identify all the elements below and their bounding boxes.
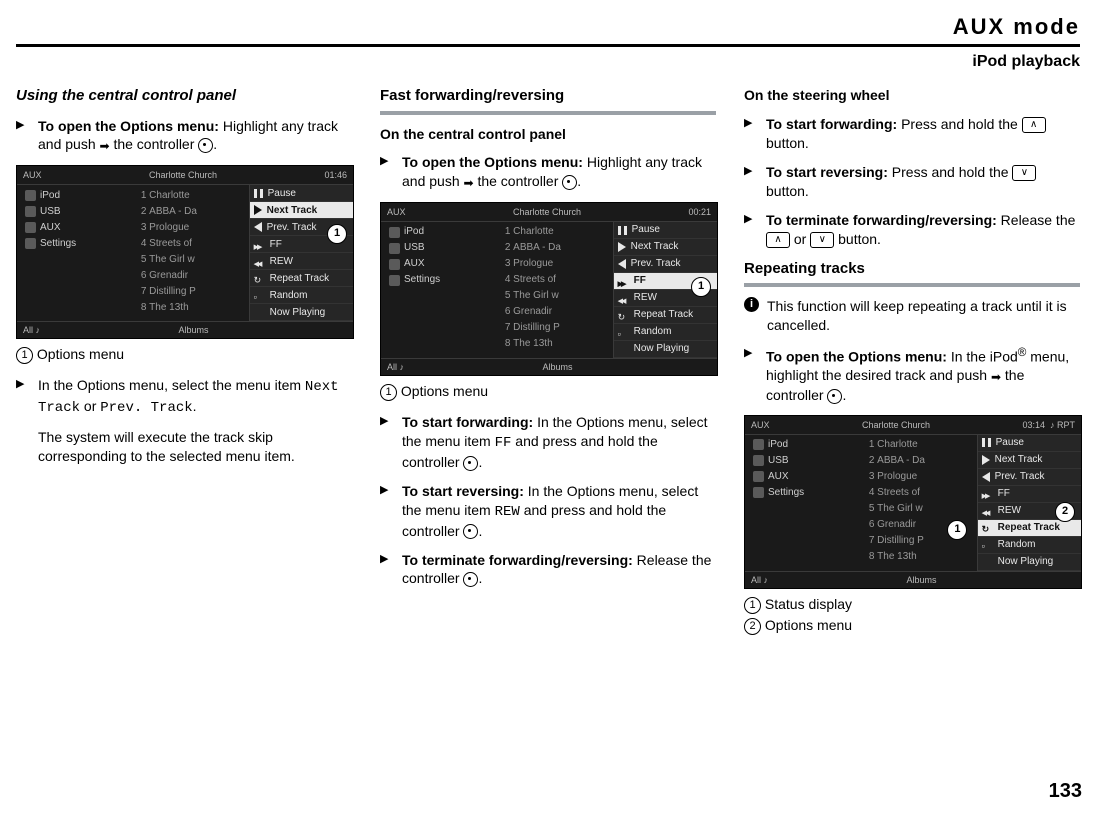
step-wheel-terminate: To terminate forwarding/reversing: Relea… xyxy=(744,211,1080,249)
figure-caption-2: 1 Options menu xyxy=(380,382,716,401)
section-fast-forwarding: Fast forwarding/reversing xyxy=(380,86,716,106)
controller-icon xyxy=(463,524,478,539)
content-columns: Using the central control panel To open … xyxy=(16,86,1080,647)
arrow-right-icon xyxy=(464,173,474,192)
step-start-reversing: To start reversing: In the Options menu,… xyxy=(380,482,716,541)
up-button-icon: ∧ xyxy=(766,232,790,248)
sub-on-wheel: On the steering wheel xyxy=(744,86,1080,105)
arrow-right-icon xyxy=(100,136,110,155)
figure-options-menu-2: AUXCharlotte Church00:21 iPod USB AUX Se… xyxy=(380,202,718,376)
controller-icon xyxy=(827,389,842,404)
controller-icon xyxy=(562,175,577,190)
step-select-menu-item: In the Options menu, select the menu ite… xyxy=(16,376,352,418)
step-open-options-2: To open the Options menu: Highlight any … xyxy=(380,153,716,192)
step-open-options-3: To open the Options menu: In the iPod® m… xyxy=(744,345,1080,405)
step-wheel-reverse: To start reversing: Press and hold the ∨… xyxy=(744,163,1080,201)
down-button-icon: ∨ xyxy=(810,232,834,248)
arrow-right-icon xyxy=(991,367,1001,386)
callout-1-icon: 1 xyxy=(691,277,711,297)
figure-options-menu-1: AUXCharlotte Church01:46 iPod USB AUX Se… xyxy=(16,165,354,339)
section-underline xyxy=(380,111,716,115)
down-button-icon: ∨ xyxy=(1012,165,1036,181)
page-header: AUX mode xyxy=(16,12,1080,47)
info-icon: i xyxy=(744,297,759,312)
column-2: Fast forwarding/reversing On the central… xyxy=(380,86,716,647)
page-number: 133 xyxy=(1049,778,1082,805)
page-title: AUX mode xyxy=(16,12,1080,42)
column-1: Using the central control panel To open … xyxy=(16,86,352,647)
up-button-icon: ∧ xyxy=(1022,117,1046,133)
section-using-ccp: Using the central control panel xyxy=(16,86,352,106)
callout-2-icon: 2 xyxy=(1055,502,1075,522)
section-underline xyxy=(744,283,1080,287)
step-terminate: To terminate forwarding/reversing: Relea… xyxy=(380,551,716,589)
controller-icon xyxy=(463,572,478,587)
section-repeating: Repeating tracks xyxy=(744,259,1080,279)
controller-icon xyxy=(463,456,478,471)
step-start-forwarding: To start forwarding: In the Options menu… xyxy=(380,413,716,472)
figure-caption-3: 1 Status display 2 Options menu xyxy=(744,595,1080,635)
sub-on-ccp: On the central control panel xyxy=(380,125,716,144)
figure-options-menu-3: AUXCharlotte Church03:14 ♪ RPT iPod USB … xyxy=(744,415,1082,589)
column-3: On the steering wheel To start forwardin… xyxy=(744,86,1080,647)
page-subtitle: iPod playback xyxy=(16,51,1080,73)
info-note: i This function will keep repeating a tr… xyxy=(744,297,1080,335)
controller-icon xyxy=(198,138,213,153)
figure-caption-1: 1 Options menu xyxy=(16,345,352,364)
step-open-options-1: To open the Options menu: Highlight any … xyxy=(16,117,352,156)
step-exec-result: The system will execute the track skip c… xyxy=(16,428,352,466)
step-wheel-forward: To start forwarding: Press and hold the … xyxy=(744,115,1080,153)
